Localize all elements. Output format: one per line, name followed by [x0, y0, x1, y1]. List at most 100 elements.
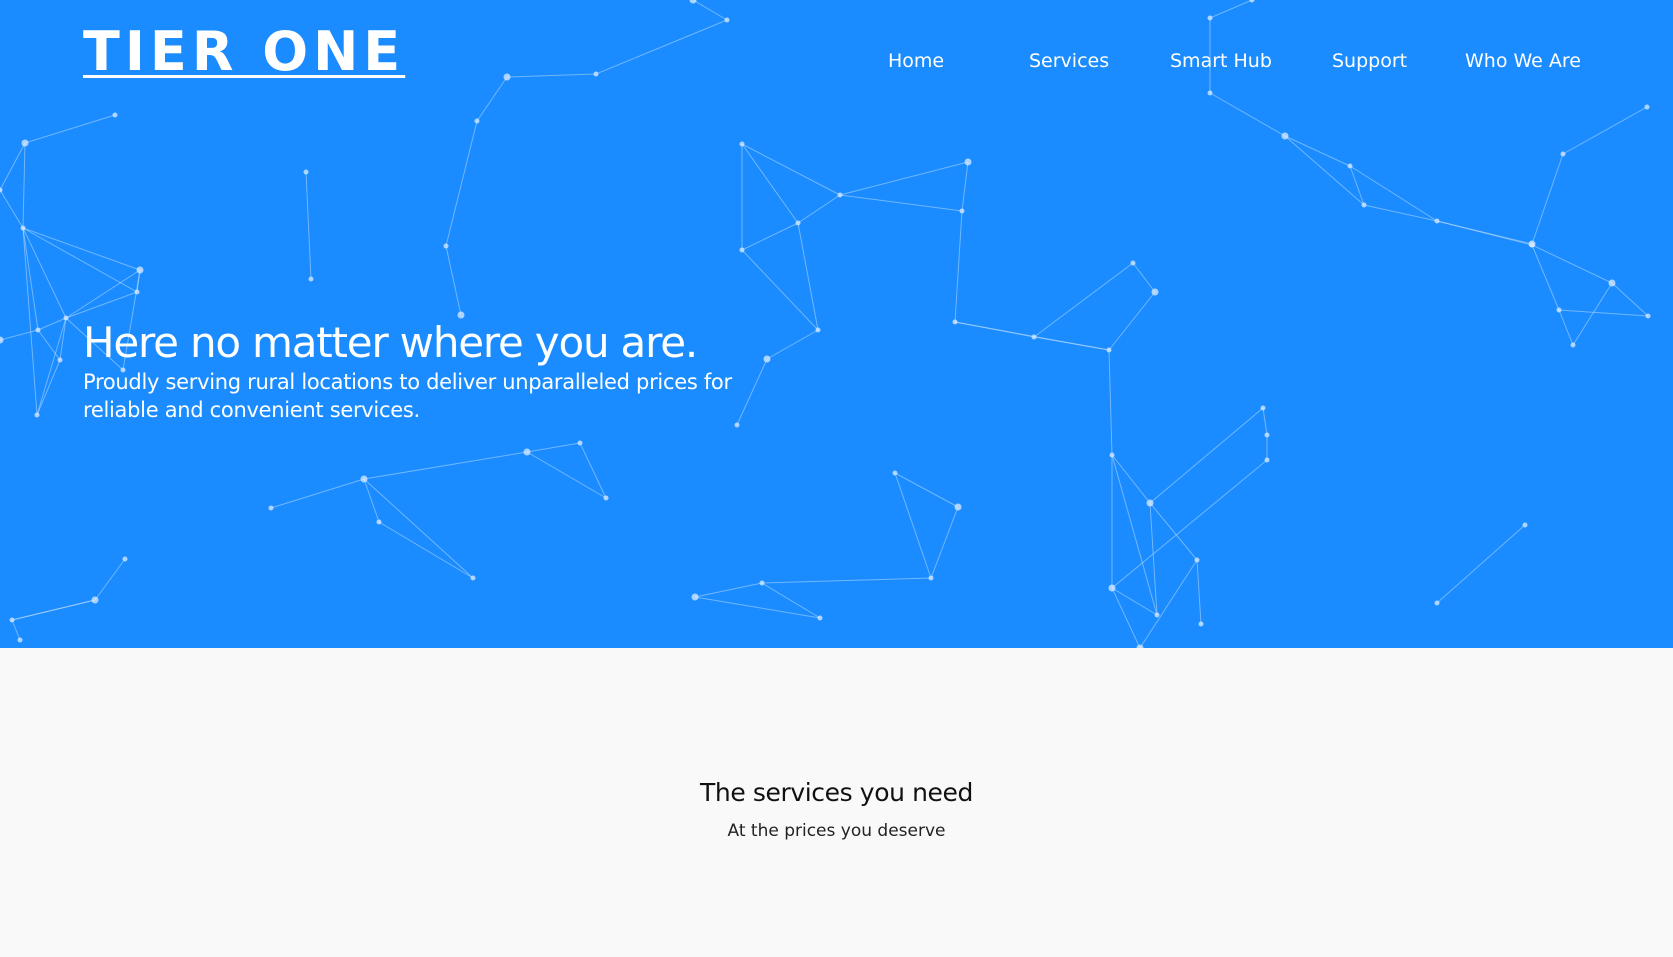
- network-node: [689, 0, 697, 4]
- network-line: [36, 317, 67, 416]
- nav-smart-hub[interactable]: Smart Hub: [1170, 46, 1272, 76]
- hero-section: TIER ONE Home Services Smart Hub Support…: [0, 0, 1673, 648]
- network-line: [1531, 244, 1613, 284]
- network-node: [1109, 452, 1115, 458]
- network-line: [692, 0, 728, 21]
- network-line: [59, 317, 67, 361]
- network-node: [815, 327, 821, 333]
- network-line: [0, 189, 24, 229]
- network-node: [1108, 584, 1116, 592]
- network-node: [474, 118, 480, 124]
- network-node: [954, 503, 962, 511]
- network-line: [741, 249, 819, 331]
- network-line: [363, 478, 474, 579]
- network-line: [694, 596, 821, 619]
- hero-subheading: Proudly serving rural locations to deliv…: [83, 370, 732, 422]
- network-node: [136, 266, 144, 274]
- network-line: [1149, 407, 1264, 504]
- network-line: [1363, 204, 1438, 222]
- network-line: [1284, 135, 1365, 206]
- network-node: [1151, 288, 1159, 296]
- network-line: [65, 291, 138, 319]
- network-line: [1111, 454, 1158, 616]
- network-line: [526, 451, 607, 499]
- network-node: [20, 225, 26, 231]
- network-line: [11, 599, 96, 621]
- network-line: [741, 143, 799, 224]
- network-line: [363, 451, 528, 480]
- network-line: [1558, 309, 1649, 317]
- network-line: [37, 317, 67, 331]
- network-node: [1194, 557, 1200, 563]
- network-line: [1284, 135, 1351, 167]
- network-line: [0, 329, 39, 341]
- network-node: [691, 593, 699, 601]
- network-line: [24, 114, 116, 144]
- network-node: [63, 315, 69, 321]
- network-node: [837, 192, 843, 198]
- network-line: [445, 245, 462, 316]
- network-node: [1106, 347, 1112, 353]
- nav-support[interactable]: Support: [1332, 46, 1407, 76]
- network-line: [1349, 165, 1438, 222]
- network-node: [1608, 279, 1616, 287]
- network-node: [1130, 260, 1136, 266]
- network-line: [1209, 0, 1253, 19]
- network-line: [0, 142, 26, 191]
- network-line: [954, 210, 963, 323]
- network-line: [1531, 244, 1560, 311]
- network-line: [961, 161, 969, 212]
- network-line: [1111, 459, 1268, 589]
- network-line: [305, 171, 312, 280]
- network-node: [134, 289, 140, 295]
- network-line: [1436, 524, 1526, 604]
- network-line: [1033, 262, 1134, 338]
- network-line: [1531, 153, 1564, 245]
- network-line: [954, 321, 1035, 338]
- network-line: [1139, 559, 1198, 648]
- network-node: [952, 319, 958, 325]
- network-line: [1558, 309, 1574, 346]
- network-node: [795, 220, 801, 226]
- network-node: [603, 495, 609, 501]
- network-line: [761, 577, 932, 584]
- network-node: [91, 596, 99, 604]
- network-line: [37, 329, 61, 361]
- network-node: [470, 575, 476, 581]
- network-node: [21, 139, 29, 147]
- network-line: [22, 227, 138, 293]
- network-line: [65, 269, 141, 319]
- network-line: [839, 194, 963, 212]
- network-node: [360, 475, 368, 483]
- network-node: [739, 247, 745, 253]
- network-line: [445, 120, 478, 247]
- network-node: [1434, 218, 1440, 224]
- network-line: [579, 442, 607, 499]
- nav-home[interactable]: Home: [888, 46, 944, 76]
- network-node: [1560, 151, 1566, 157]
- network-line: [94, 558, 126, 601]
- network-node: [1146, 499, 1154, 507]
- network-node: [1264, 432, 1270, 438]
- network-line: [1108, 291, 1156, 351]
- network-node: [739, 141, 745, 147]
- network-node: [759, 580, 765, 586]
- network-node: [577, 440, 583, 446]
- network-line: [1572, 282, 1613, 346]
- network-node: [376, 519, 382, 525]
- network-line: [526, 442, 581, 453]
- network-node: [1361, 202, 1367, 208]
- nav-who-we-are[interactable]: Who We Are: [1465, 46, 1581, 76]
- network-node: [0, 187, 3, 193]
- nav-services[interactable]: Services: [1029, 46, 1109, 76]
- main-navigation: Home Services Smart Hub Support Who We A…: [0, 46, 1673, 76]
- network-line: [766, 329, 819, 360]
- network-node: [122, 556, 128, 562]
- network-node: [964, 158, 972, 166]
- network-line: [930, 506, 959, 579]
- network-node: [1207, 90, 1213, 96]
- network-line: [1111, 454, 1151, 504]
- network-node: [112, 112, 118, 118]
- network-node: [57, 357, 63, 363]
- network-line: [1033, 336, 1110, 351]
